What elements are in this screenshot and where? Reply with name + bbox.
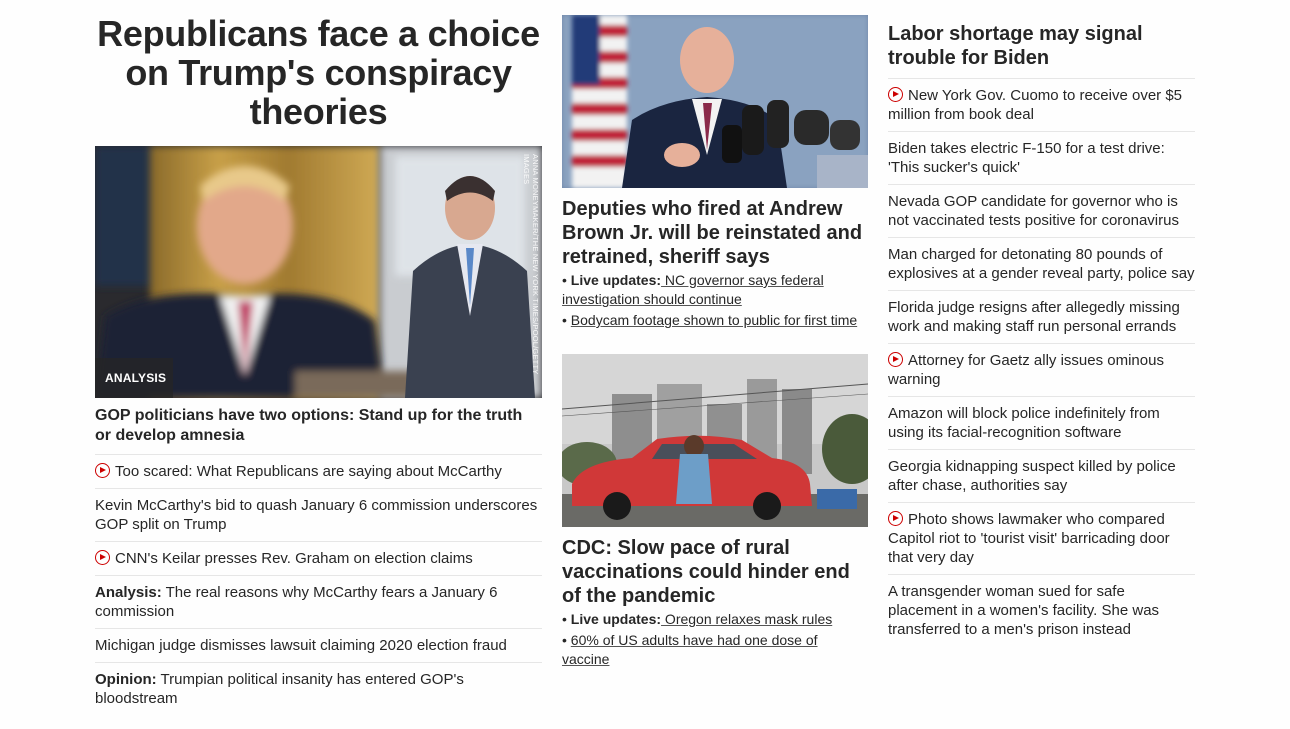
- list-item[interactable]: Too scared: What Republicans are saying …: [95, 455, 542, 489]
- labor-shortage-headline[interactable]: Labor shortage may signal trouble for Bi…: [888, 22, 1195, 79]
- headline-list: New York Gov. Cuomo to receive over $5 m…: [888, 79, 1195, 646]
- middle-story-column: Deputies who fired at Andrew Brown Jr. w…: [562, 0, 868, 669]
- analysis-badge: ANALYSIS: [95, 358, 173, 398]
- list-item[interactable]: Michigan judge dismisses lawsuit claimin…: [95, 629, 542, 663]
- list-item[interactable]: Analysis: The real reasons why McCarthy …: [95, 576, 542, 629]
- list-item-text: Man charged for detonating 80 pounds of …: [888, 246, 1195, 282]
- list-item[interactable]: CNN's Keilar presses Rev. Graham on elec…: [95, 542, 542, 576]
- lead-subheadline[interactable]: GOP politicians have two options: Stand …: [95, 406, 542, 455]
- list-item-text: Florida judge resigns after allegedly mi…: [888, 299, 1180, 335]
- lead-story-column: Republicans face a choice on Trump's con…: [95, 0, 542, 715]
- play-circle-icon: [888, 87, 903, 102]
- list-item[interactable]: Georgia kidnapping suspect killed by pol…: [888, 450, 1195, 503]
- list-item[interactable]: Attorney for Gaetz ally issues ominous w…: [888, 344, 1195, 397]
- list-item-text: Georgia kidnapping suspect killed by pol…: [888, 458, 1176, 494]
- list-item[interactable]: Nevada GOP candidate for governor who is…: [888, 185, 1195, 238]
- cdc-story-image: [562, 354, 868, 527]
- list-item[interactable]: Kevin McCarthy's bid to quash January 6 …: [95, 489, 542, 542]
- lead-headline-link[interactable]: Republicans face a choice on Trump's con…: [97, 13, 540, 132]
- list-item-text: Photo shows lawmaker who compared Capito…: [888, 511, 1170, 566]
- bullet-item[interactable]: • Bodycam footage shown to public for fi…: [562, 311, 868, 330]
- list-item-text: Biden takes electric F-150 for a test dr…: [888, 140, 1165, 176]
- bullet-item[interactable]: • 60% of US adults have had one dose of …: [562, 631, 868, 669]
- cdc-headline[interactable]: CDC: Slow pace of rural vaccinations cou…: [562, 536, 868, 608]
- list-item-text: CNN's Keilar presses Rev. Graham on elec…: [115, 550, 473, 567]
- list-item-text: New York Gov. Cuomo to receive over $5 m…: [888, 87, 1183, 123]
- play-circle-icon: [888, 352, 903, 367]
- lead-related-list: Too scared: What Republicans are saying …: [95, 455, 542, 715]
- photo-credit: ANNA MONEYMAKER/THE NEW YORK TIMES/POOL/…: [522, 154, 540, 375]
- play-circle-icon: [888, 511, 903, 526]
- list-item-text: Nevada GOP candidate for governor who is…: [888, 193, 1179, 229]
- list-item-prefix: Analysis:: [95, 584, 162, 601]
- bullet-prefix: Live updates:: [570, 611, 662, 627]
- bullet-link[interactable]: 60% of US adults have had one dose of va…: [562, 632, 818, 667]
- headlines-column: Labor shortage may signal trouble for Bi…: [888, 0, 1195, 646]
- list-item[interactable]: Photo shows lawmaker who compared Capito…: [888, 503, 1195, 575]
- bullet-item[interactable]: • Live updates: NC governor says federal…: [562, 271, 868, 309]
- list-item-text: Amazon will block police indefinitely fr…: [888, 405, 1160, 441]
- bullet-link[interactable]: Oregon relaxes mask rules: [661, 611, 832, 627]
- cdc-story-photo[interactable]: [562, 354, 868, 527]
- list-item-text: Michigan judge dismisses lawsuit claimin…: [95, 637, 507, 654]
- play-circle-icon: [95, 463, 110, 478]
- bullet-link[interactable]: Bodycam footage shown to public for firs…: [571, 312, 857, 328]
- list-item[interactable]: Opinion: Trumpian political insanity has…: [95, 663, 542, 715]
- list-item[interactable]: New York Gov. Cuomo to receive over $5 m…: [888, 79, 1195, 132]
- bullet-prefix: Live updates:: [570, 272, 662, 288]
- list-item[interactable]: Man charged for detonating 80 pounds of …: [888, 238, 1195, 291]
- lead-photo[interactable]: ANALYSIS ANNA MONEYMAKER/THE NEW YORK TI…: [95, 146, 542, 398]
- play-circle-icon: [95, 550, 110, 565]
- deputies-story-image: [562, 15, 868, 188]
- bullet-item[interactable]: • Live updates: Oregon relaxes mask rule…: [562, 610, 868, 629]
- list-item-text: Too scared: What Republicans are saying …: [115, 463, 502, 480]
- deputies-story-photo[interactable]: [562, 15, 868, 188]
- lead-headline[interactable]: Republicans face a choice on Trump's con…: [95, 14, 542, 131]
- list-item[interactable]: Amazon will block police indefinitely fr…: [888, 397, 1195, 450]
- deputies-headline[interactable]: Deputies who fired at Andrew Brown Jr. w…: [562, 197, 868, 269]
- list-item[interactable]: A transgender woman sued for safe placem…: [888, 575, 1195, 646]
- list-item[interactable]: Florida judge resigns after allegedly mi…: [888, 291, 1195, 344]
- list-item-text: Attorney for Gaetz ally issues ominous w…: [888, 352, 1164, 388]
- list-item-prefix: Opinion:: [95, 671, 157, 688]
- list-item-text: A transgender woman sued for safe placem…: [888, 583, 1160, 638]
- list-item[interactable]: Biden takes electric F-150 for a test dr…: [888, 132, 1195, 185]
- list-item-text: Kevin McCarthy's bid to quash January 6 …: [95, 497, 538, 533]
